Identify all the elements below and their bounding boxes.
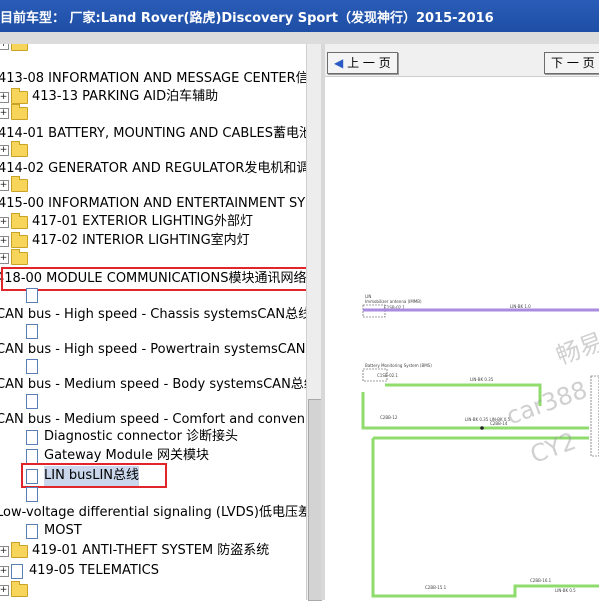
- tree-item-can-ms-body[interactable]: CAN bus - Medium speed - Body systemsCAN…: [0, 375, 306, 395]
- folder-icon: [11, 249, 28, 265]
- tree-item-417-02[interactable]: +417-02 INTERIOR LIGHTING室内灯: [0, 231, 250, 251]
- tree-row-collapsed[interactable]: +: [0, 581, 32, 600]
- folder-icon: [11, 541, 28, 558]
- tree-doc-row[interactable]: [26, 392, 44, 412]
- conn-3: C2BB-12: [380, 415, 398, 420]
- next-page-button[interactable]: 下 一 页: [544, 52, 599, 74]
- title-text: 目前车型： 厂家:Land Rover(路虎)Discovery Sport（发…: [0, 11, 494, 26]
- highlight-box-418-00: [1, 267, 306, 291]
- document-icon: [26, 288, 38, 303]
- module-title: Battery Monitoring System (BMS): [365, 363, 432, 368]
- document-icon: [26, 429, 38, 445]
- tree-item-419-05[interactable]: +419-05 TELEMATICS: [0, 561, 159, 581]
- tree-item-diagnostic-connector[interactable]: Diagnostic connector 诊断接头: [26, 427, 238, 447]
- tree-item-most[interactable]: MOST: [26, 521, 82, 541]
- tree-row-collapsed[interactable]: +: [0, 249, 32, 269]
- tree-item-415-00[interactable]: 415-00 INFORMATION AND ENTERTAINMENT SYS: [0, 194, 306, 214]
- tree-doc-row[interactable]: [26, 286, 44, 306]
- folder-icon: [11, 104, 28, 120]
- prev-page-button[interactable]: ◀ 上 一 页: [327, 52, 398, 74]
- wire-label-1: LIN-BK 1.0: [510, 304, 531, 309]
- diagram-title-2: Immobilizer antenna (IMMB): [365, 299, 422, 304]
- tree-scrollbar[interactable]: [306, 44, 322, 601]
- folder-icon: [11, 44, 28, 51]
- tree-doc-row[interactable]: [26, 485, 44, 505]
- document-icon: [26, 448, 38, 464]
- tree-row-partial[interactable]: +: [0, 44, 32, 55]
- wire-green-3: [371, 438, 599, 598]
- folder-icon: [11, 87, 28, 104]
- expand-icon[interactable]: +: [0, 108, 9, 119]
- tree-item-lvds[interactable]: Low-voltage differential signaling (LVDS…: [0, 503, 306, 523]
- document-icon: [26, 394, 38, 409]
- expand-icon[interactable]: +: [0, 180, 9, 191]
- tree-item-can-hs-powertrain[interactable]: CAN bus - High speed - Powertrain system…: [0, 340, 306, 360]
- tree-row-collapsed[interactable]: +: [0, 104, 32, 124]
- expand-icon[interactable]: +: [0, 91, 9, 103]
- folder-icon: [11, 231, 28, 248]
- scrollbar-thumb[interactable]: [308, 399, 322, 601]
- tree-row-collapsed[interactable]: +: [0, 176, 32, 196]
- expand-icon[interactable]: +: [0, 145, 9, 156]
- tree-doc-row[interactable]: [26, 357, 44, 377]
- left-arrow-icon: ◀: [334, 56, 344, 70]
- conn-4: C2BB-14: [490, 421, 508, 426]
- tree-doc-row[interactable]: [26, 322, 44, 342]
- document-icon: [26, 523, 38, 539]
- document-icon: [11, 563, 23, 579]
- folder-icon: [11, 581, 28, 597]
- conn-6: C2BB-16.1: [530, 578, 552, 583]
- expand-icon[interactable]: +: [0, 545, 9, 557]
- document-icon: [26, 487, 38, 502]
- right-module-box: [590, 375, 599, 457]
- tree-item-414-01[interactable]: 414-01 BATTERY, MOUNTING AND CABLES蓄电池: [0, 124, 306, 144]
- expand-icon[interactable]: +: [0, 253, 9, 264]
- expand-icon[interactable]: +: [0, 44, 9, 50]
- document-icon: [26, 324, 38, 339]
- tree-item-can-hs-chassis[interactable]: CAN bus - High speed - Chassis systemsCA…: [0, 305, 306, 325]
- conn-5: C2BB-15.1: [425, 585, 447, 590]
- splice-dot: [480, 426, 484, 430]
- folder-icon: [11, 141, 28, 157]
- category-tree[interactable]: + 413-08 INFORMATION AND MESSAGE CENTER信…: [0, 44, 306, 600]
- folder-icon: [11, 176, 28, 192]
- expand-icon[interactable]: +: [0, 235, 9, 247]
- wire-label-4: LIN-BK 0.5: [555, 588, 576, 593]
- title-bar: 目前车型： 厂家:Land Rover(路虎)Discovery Sport（发…: [0, 0, 599, 32]
- folder-icon: [11, 212, 28, 229]
- diagram-viewer: ◀ 上 一 页 下 一 页 LIN Immobilizer antenna (I…: [325, 44, 599, 600]
- expand-icon[interactable]: +: [0, 216, 9, 228]
- tree-item-419-01[interactable]: +419-01 ANTI-THEFT SYSTEM 防盗系统: [0, 541, 269, 561]
- viewer-toolbar: ◀ 上 一 页 下 一 页: [325, 44, 599, 77]
- tree-item-414-02[interactable]: 414-02 GENERATOR AND REGULATOR发电机和调节: [0, 159, 306, 179]
- expand-icon[interactable]: +: [0, 565, 9, 577]
- tree-item-417-01[interactable]: +417-01 EXTERIOR LIGHTING外部灯: [0, 212, 253, 232]
- expand-icon[interactable]: +: [0, 585, 9, 596]
- tree-row-collapsed[interactable]: +: [0, 141, 32, 161]
- document-icon: [26, 359, 38, 374]
- tree-item-413-13[interactable]: +413-13 PARKING AID泊车辅助: [0, 87, 218, 107]
- wire-label-2: LIN-BK 0.35: [470, 377, 494, 382]
- tree-item-413-08[interactable]: 413-08 INFORMATION AND MESSAGE CENTER信息: [0, 69, 306, 89]
- conn-2: C1SB-02.1: [377, 373, 398, 378]
